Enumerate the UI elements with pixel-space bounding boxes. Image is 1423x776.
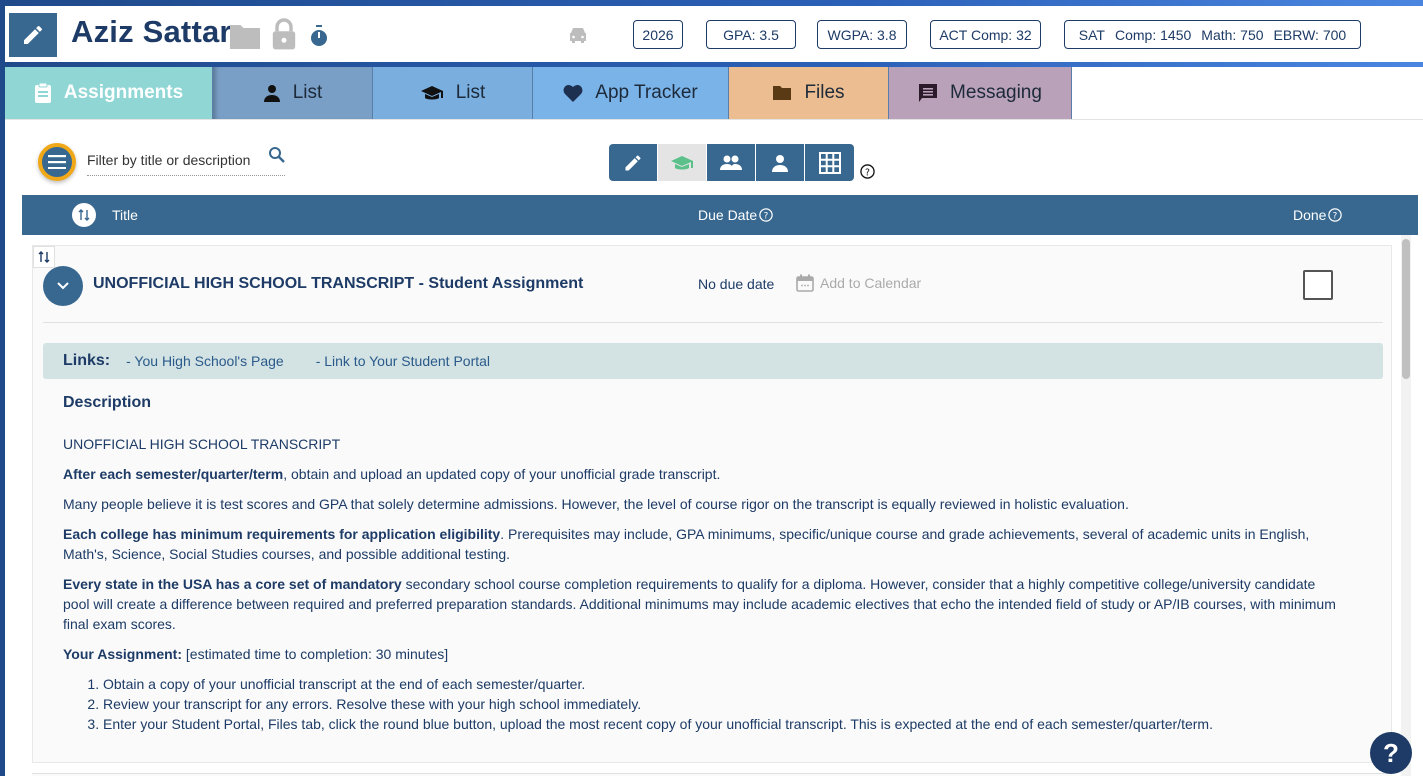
link-student-portal[interactable]: - Link to Your Student Portal [316, 353, 490, 369]
tab-label: App Tracker [595, 82, 698, 103]
step-item: Obtain a copy of your unofficial transcr… [103, 674, 1343, 694]
clipboard-icon [34, 82, 51, 103]
scrollbar[interactable] [1401, 235, 1411, 776]
tab-label: Messaging [950, 82, 1042, 103]
assignments-table-body: UNOFFICIAL HIGH SCHOOL TRANSCRIPT - Stud… [22, 235, 1418, 776]
collapse-button[interactable] [43, 266, 83, 306]
step-item: Enter your Student Portal, Files tab, cl… [103, 714, 1343, 734]
chevron-down-icon [57, 282, 69, 290]
folder-icon[interactable] [227, 22, 263, 52]
column-title[interactable]: Title [112, 207, 138, 223]
graduation-cap-icon [420, 86, 443, 100]
act-badge: ACT Comp: 32 [930, 20, 1041, 49]
tab-label: List [455, 82, 486, 103]
edit-icon [24, 25, 43, 44]
help-icon[interactable]: ? [759, 208, 773, 222]
sat-badge: SAT Comp: 1450 Math: 750 EBRW: 700 [1064, 20, 1361, 49]
view-grid-button[interactable] [805, 144, 854, 181]
person-icon [772, 154, 788, 172]
tab-list-colleges[interactable]: List [373, 67, 533, 119]
tab-messaging[interactable]: Messaging [889, 67, 1072, 119]
column-done[interactable]: Done ? [1293, 207, 1343, 223]
message-icon [919, 84, 938, 102]
description-heading: UNOFFICIAL HIGH SCHOOL TRANSCRIPT [63, 436, 341, 452]
stopwatch-icon[interactable] [309, 24, 329, 48]
tab-label: List [292, 82, 323, 103]
student-name: Aziz Sattar [71, 14, 232, 49]
description-paragraph: After each semester/quarter/term, obtain… [63, 466, 721, 482]
sort-icon [78, 209, 90, 221]
tab-label: Files [804, 82, 845, 103]
help-button[interactable]: ? [1370, 732, 1412, 774]
wgpa-badge: WGPA: 3.8 [817, 20, 907, 49]
gpa-badge: GPA: 3.5 [706, 20, 796, 49]
step-item: Review your transcript for any errors. R… [103, 694, 1343, 714]
reorder-handle[interactable] [33, 246, 55, 268]
view-group-button[interactable] [707, 144, 756, 181]
tabs-divider [5, 119, 1423, 120]
svg-text:?: ? [1333, 212, 1338, 222]
description-body: UNOFFICIAL HIGH SCHOOL TRANSCRIPT After … [63, 434, 1343, 734]
filter-input[interactable]: Filter by title or description [87, 150, 285, 176]
add-to-calendar-link[interactable]: Add to Calendar [796, 274, 921, 292]
group-icon [720, 155, 742, 170]
calendar-icon [796, 274, 814, 292]
menu-button[interactable] [38, 143, 76, 181]
pencil-icon [625, 154, 641, 170]
person-icon [263, 85, 280, 102]
heart-icon [563, 85, 583, 102]
help-icon[interactable]: ? [1328, 208, 1343, 222]
lock-icon[interactable] [270, 17, 298, 51]
description-title: Description [63, 394, 152, 411]
links-label: Links: [63, 352, 111, 369]
graduation-year-badge: 2026 [633, 20, 683, 49]
app-frame: Aziz Sattar 2026 GPA: 3.5 WGPA: 3.8 ACT … [0, 6, 1423, 776]
main-tabs: Assignments List List App Tracker Files … [5, 67, 1072, 119]
svg-text:?: ? [764, 212, 769, 222]
description-paragraph: Many people believe it is test scores an… [63, 496, 1129, 512]
car-icon[interactable] [568, 26, 588, 44]
assignments-table-header: Title Due Date ? Done ? [22, 195, 1418, 235]
tab-files[interactable]: Files [729, 67, 889, 119]
sort-icon [38, 251, 50, 263]
student-header: Aziz Sattar 2026 GPA: 3.5 WGPA: 3.8 ACT … [5, 6, 1423, 62]
graduation-cap-icon [671, 155, 693, 169]
row-divider [43, 322, 1383, 323]
tab-list-students[interactable]: List [213, 67, 373, 119]
description-paragraph: Each college has minimum requirements fo… [63, 526, 1310, 562]
hamburger-icon [48, 155, 66, 169]
grid-icon [818, 151, 841, 174]
svg-text:?: ? [865, 167, 870, 178]
view-edit-button[interactable] [609, 144, 658, 181]
sort-button[interactable] [72, 203, 96, 227]
tab-app-tracker[interactable]: App Tracker [533, 67, 729, 119]
assignment-steps: Obtain a copy of your unofficial transcr… [103, 674, 1343, 734]
description-paragraph: Your Assignment: [estimated time to comp… [63, 646, 449, 662]
due-date: No due date [698, 276, 775, 292]
tab-assignments[interactable]: Assignments [5, 67, 213, 119]
edit-student-button[interactable] [9, 13, 57, 57]
folder-icon [773, 86, 792, 100]
tab-label: Assignments [63, 82, 184, 103]
link-high-school-page[interactable]: - You High School's Page [126, 353, 284, 369]
view-college-button[interactable] [658, 144, 707, 181]
view-help-icon[interactable]: ? [860, 164, 875, 184]
view-toggle-group [609, 144, 854, 181]
description-paragraph: Every state in the USA has a core set of… [63, 576, 1336, 632]
assignment-title[interactable]: UNOFFICIAL HIGH SCHOOL TRANSCRIPT - Stud… [93, 275, 583, 293]
view-person-button[interactable] [756, 144, 805, 181]
search-icon[interactable] [268, 146, 286, 169]
done-checkbox[interactable] [1303, 270, 1333, 300]
assignment-row: UNOFFICIAL HIGH SCHOOL TRANSCRIPT - Stud… [32, 245, 1392, 763]
column-due-date[interactable]: Due Date ? [698, 207, 773, 223]
links-bar: Links: - You High School's Page - Link t… [43, 343, 1383, 379]
scrollbar-thumb[interactable] [1402, 239, 1410, 379]
